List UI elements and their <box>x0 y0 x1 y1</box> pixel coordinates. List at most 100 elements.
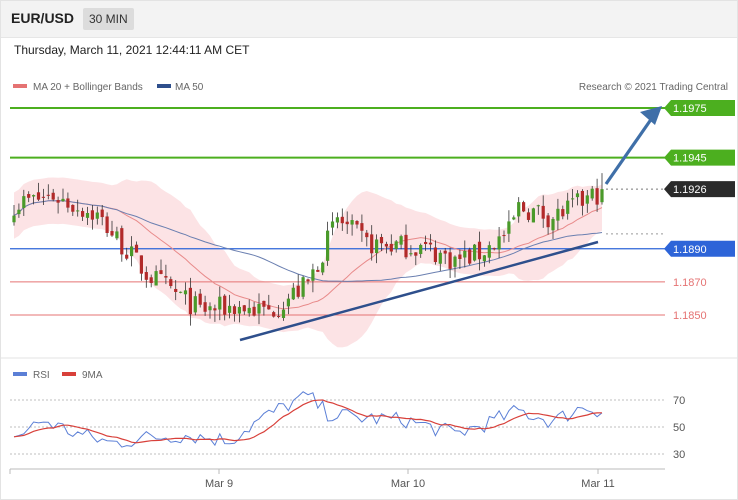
candle-body <box>36 192 41 200</box>
candle-body <box>159 270 163 274</box>
candle-body <box>512 217 516 220</box>
rsi-swatch <box>13 372 27 376</box>
candle-body <box>22 196 26 209</box>
candle-body <box>365 232 369 238</box>
candle-body <box>213 308 217 311</box>
candle-body <box>379 237 384 244</box>
candle <box>326 221 330 266</box>
candle-body <box>223 295 227 315</box>
x-tick-label: Mar 11 <box>581 478 614 490</box>
rsi-panel: 70 50 30 <box>10 391 685 461</box>
candle-body <box>281 309 286 318</box>
level-tag-1.1975: 1.1975 <box>664 100 735 116</box>
candle-body <box>340 216 344 224</box>
candle-body <box>100 209 104 218</box>
candle-body <box>497 236 501 250</box>
candle <box>316 266 320 272</box>
candle <box>438 250 442 271</box>
level-tag-1.1850: 1.1850 <box>673 310 707 322</box>
candle-body <box>531 208 535 223</box>
price-chart: MA 20 + Bollinger Bands MA 50 Research ©… <box>0 82 738 490</box>
candle-body <box>419 244 423 255</box>
candle-body <box>76 210 80 212</box>
ma50-legend-label: MA 50 <box>175 82 204 93</box>
x-axis: Mar 9 Mar 10 Mar 11 <box>9 468 665 490</box>
candle-body <box>546 215 550 228</box>
rsi-level-label: 30 <box>673 449 685 461</box>
candle-body <box>350 220 354 225</box>
candle-body <box>477 241 482 260</box>
candle-body <box>566 200 570 214</box>
candle <box>296 274 300 299</box>
candle-body <box>438 252 442 264</box>
level-tags: 1.1975 1.1945 1.1926 1.1890 1.1870 1.1850 <box>664 100 735 322</box>
candle-body <box>507 221 511 234</box>
candle-body <box>110 231 114 236</box>
candle-body <box>316 269 320 272</box>
candle-body <box>95 212 99 219</box>
bollinger-swatch <box>13 84 27 88</box>
candle-body <box>120 228 124 255</box>
candle-body <box>242 305 246 312</box>
copyright-text: Research © 2021 Trading Central <box>579 82 728 93</box>
candle-body <box>355 220 359 225</box>
rsi-ma-legend-label: 9MA <box>82 370 103 381</box>
candle <box>453 255 457 278</box>
candle <box>120 225 124 262</box>
candle-body <box>179 291 183 293</box>
candle-body <box>370 234 374 254</box>
candle-body <box>193 296 197 313</box>
candle-body <box>399 236 403 245</box>
level-tag-label: 1.1975 <box>673 103 707 115</box>
candle-body <box>335 217 339 223</box>
level-tag-1.1945: 1.1945 <box>664 149 735 166</box>
x-tick-label: Mar 10 <box>391 478 425 490</box>
candle <box>301 275 305 300</box>
candle-body <box>551 218 555 231</box>
level-tag-label: 1.1850 <box>673 310 707 322</box>
candle-body <box>448 252 452 269</box>
candle-body <box>326 230 330 261</box>
candle-body <box>149 277 153 283</box>
price-legend: MA 20 + Bollinger Bands MA 50 Research ©… <box>13 82 728 93</box>
candle-body <box>105 216 109 234</box>
projection-arrow-shaft <box>604 117 654 185</box>
level-tag-1.1890: 1.1890 <box>664 240 735 257</box>
candle-body <box>595 188 599 205</box>
candle-body <box>311 269 315 281</box>
candle-body <box>27 194 31 198</box>
candle-body <box>561 209 565 217</box>
candle-body <box>345 221 349 225</box>
candle-body <box>360 223 364 231</box>
candle-body <box>66 198 70 208</box>
candle-body <box>286 298 290 307</box>
candle-body <box>154 271 158 286</box>
rsi-level-label: 70 <box>673 395 685 407</box>
candle-body <box>17 209 21 215</box>
candle-body <box>526 212 531 220</box>
candle-body <box>428 242 433 245</box>
level-tag-1.1926: 1.1926 <box>664 181 735 198</box>
candle-body <box>296 285 300 297</box>
candle <box>512 215 516 221</box>
candle-body <box>277 315 281 317</box>
candle-body <box>502 235 506 237</box>
candle-body <box>218 296 222 310</box>
candle-body <box>492 248 496 250</box>
candle <box>139 255 143 281</box>
level-tag-label: 1.1870 <box>673 277 707 289</box>
candle-body <box>134 244 139 253</box>
candle-body <box>306 279 310 282</box>
level-tag-1.1870: 1.1870 <box>673 277 707 289</box>
candle-body <box>252 306 256 316</box>
candle-body <box>443 250 447 254</box>
candle-body <box>375 239 379 254</box>
candle-body <box>575 193 580 198</box>
candle-body <box>41 196 45 198</box>
candle-body <box>51 192 55 200</box>
candle-body <box>389 243 393 252</box>
candle-body <box>71 204 75 212</box>
rsi-ma-swatch <box>62 372 76 376</box>
candle-body <box>453 256 457 267</box>
candle-body <box>517 202 521 217</box>
